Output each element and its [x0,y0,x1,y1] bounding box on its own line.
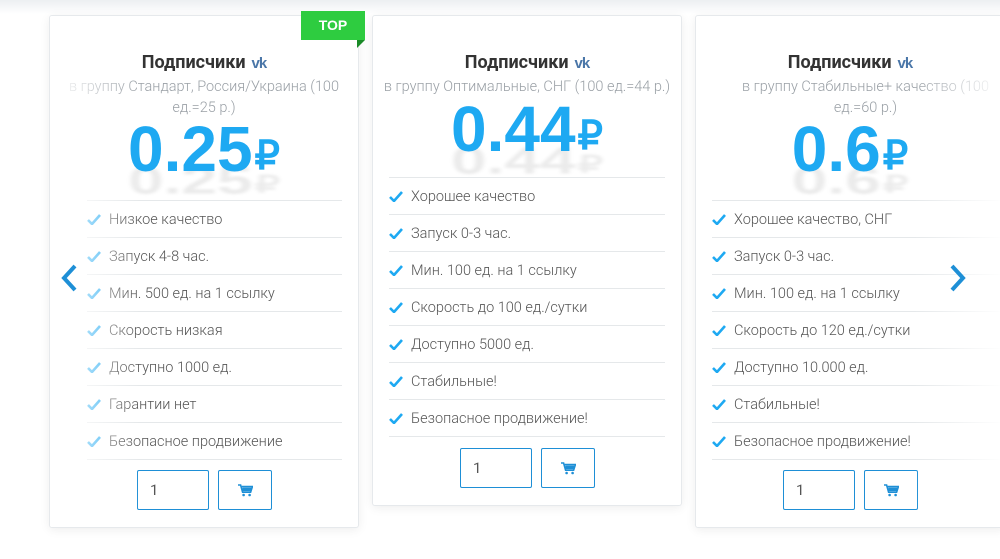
checkmark-icon [712,324,726,336]
top-badge: TOP [301,11,365,40]
chevron-right-icon[interactable] [945,263,969,293]
card-price: 0.25₽ 0.25₽ [50,112,358,202]
checkmark-icon [712,398,726,410]
checkmark-icon [87,435,101,447]
checkmark-icon [712,361,726,373]
vk-icon: vk [574,55,591,72]
pricing-slider: Подписчики vk в группу Стандарт, Россия/У… [0,0,1000,559]
checkmark-icon [712,250,726,262]
quantity-input[interactable]: 1 [460,448,532,488]
list-item: Скорость до 120 ед./сутки [712,311,1000,348]
vk-icon: vk [251,55,268,72]
list-item: Запуск 4-8 час. [87,237,342,274]
list-item: Скорость низкая [87,311,342,348]
list-item: Скорость до 100 ед./сутки [389,288,665,325]
chevron-left-icon[interactable] [58,263,82,293]
add-to-cart-button[interactable] [541,448,595,488]
currency-sign: ₽ [882,134,909,178]
cart-icon [560,461,576,474]
checkmark-icon [712,435,726,447]
list-item: Безопасное продвижение! [389,399,665,437]
currency-sign: ₽ [254,134,280,178]
checkmark-icon [87,324,101,336]
list-item: Запуск 0-3 час. [389,214,665,251]
checkmark-icon [87,398,101,410]
list-item: Безопасное продвижение [87,422,342,460]
card-price: 0.6₽ 0.6₽ [696,112,1000,202]
checkmark-icon [712,287,726,299]
checkmark-icon [87,213,101,225]
feature-list: Низкое качество Запуск 4-8 час. Мин. 500… [87,200,342,460]
checkmark-icon [389,190,403,202]
checkmark-icon [87,287,101,299]
feature-list: Хорошее качество, СНГ Запуск 0-3 час. Ми… [712,200,1000,460]
pricing-card-standard: Подписчики vk в группу Стандарт, Россия/У… [49,15,359,528]
card-title: Подписчики vk [141,52,268,73]
checkmark-icon [389,375,403,387]
checkmark-icon [389,264,403,276]
checkmark-icon [389,227,403,239]
checkmark-icon [712,213,726,225]
pricing-card-optimal: Подписчики vk в группу Оптимальные, СНГ (… [372,15,682,506]
list-item: Доступно 1000 ед. [87,348,342,385]
list-item: Хорошее качество [389,177,665,214]
checkmark-icon [87,361,101,373]
list-item: Гарантии нет [87,385,342,422]
checkmark-icon [389,412,403,424]
list-item: Стабильные! [389,362,665,399]
add-to-cart-button[interactable] [218,470,272,510]
add-to-cart-button[interactable] [864,470,918,510]
list-item: Хорошее качество, СНГ [712,200,1000,237]
card-title: Подписчики vk [464,52,591,73]
checkmark-icon [389,338,403,350]
quantity-input[interactable]: 1 [137,470,209,510]
list-item: Мин. 100 ед. на 1 ссылку [389,251,665,288]
quantity-input[interactable]: 1 [783,470,855,510]
price-value: 0.6 [791,113,881,185]
list-item: Мин. 500 ед. на 1 ссылку [87,274,342,311]
list-item: Доступно 5000 ед. [389,325,665,362]
list-item: Низкое качество [87,200,342,237]
checkmark-icon [87,250,101,262]
feature-list: Хорошее качество Запуск 0-3 час. Мин. 10… [389,177,665,437]
price-value: 0.25 [127,113,253,185]
vk-icon: vk [897,55,914,72]
list-item: Стабильные! [712,385,1000,422]
currency-sign: ₽ [577,114,603,158]
cart-icon [883,483,899,496]
list-item: Доступно 10.000 ед. [712,348,1000,385]
card-price: 0.44₽ 0.44₽ [373,92,681,182]
card-title: Подписчики vk [787,52,914,73]
price-value: 0.44 [450,93,576,165]
top-badge-fold [357,40,365,48]
list-item: Безопасное продвижение! [712,422,1000,460]
cart-icon [237,483,253,496]
checkmark-icon [389,301,403,313]
